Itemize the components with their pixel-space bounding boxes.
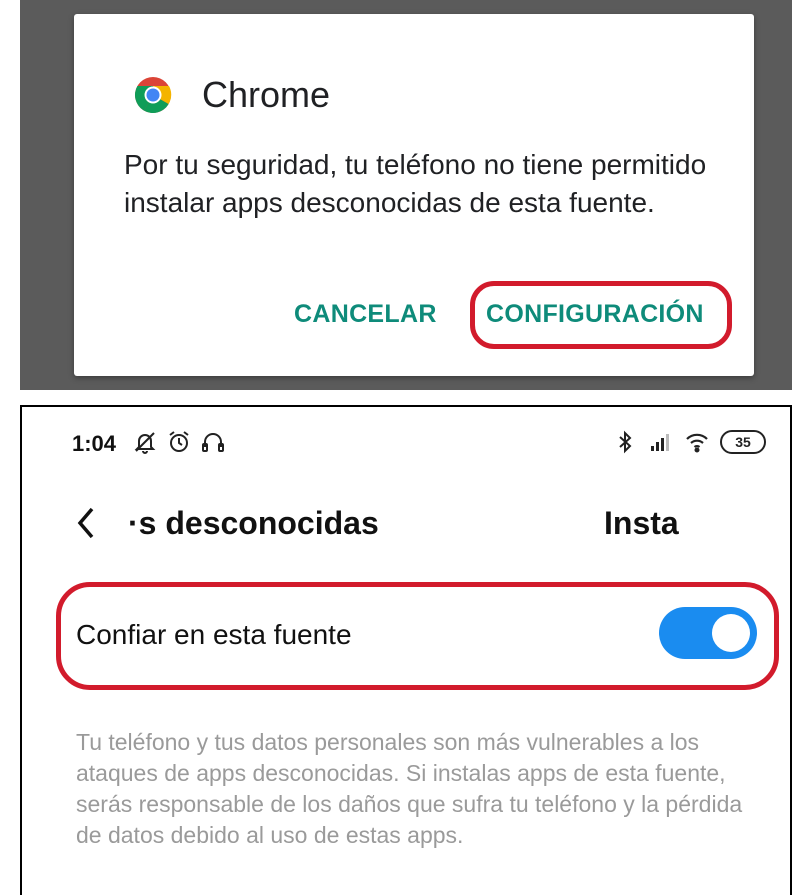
trust-source-label: Confiar en esta fuente: [76, 619, 352, 650]
wifi-icon: [684, 429, 710, 455]
trust-source-row[interactable]: Confiar en esta fuente: [22, 597, 790, 677]
page-title-marquee-wrap: Insta: [604, 505, 679, 541]
status-bar: 1:04 35: [22, 407, 790, 477]
dialog-title: Chrome: [202, 74, 331, 115]
top-app-bar: ·s desconocidas Insta: [22, 487, 790, 557]
status-icons-left: [132, 429, 226, 455]
trust-source-toggle[interactable]: [659, 607, 757, 659]
back-button[interactable]: [70, 503, 104, 543]
toggle-knob: [712, 614, 750, 652]
status-icons-right: 35: [612, 429, 766, 455]
headphones-icon: [200, 429, 226, 455]
settings-button[interactable]: CONFIGURACIÓN: [486, 300, 704, 329]
settings-screen: 1:04 35 ·s desconocidas Insta Confiar en…: [20, 405, 792, 895]
status-time: 1:04: [72, 431, 117, 456]
alarm-icon: [166, 429, 192, 455]
bluetooth-icon: [612, 429, 638, 455]
chevron-left-icon: [70, 507, 104, 546]
page-title-marquee: ·s desconocidas: [128, 505, 379, 541]
chrome-icon: [134, 76, 172, 114]
battery-indicator: 35: [720, 430, 766, 454]
dialog-header: Chrome: [134, 74, 330, 116]
install-blocked-dialog: Chrome Por tu seguridad, tu teléfono no …: [74, 14, 754, 376]
cancel-button[interactable]: CANCELAR: [294, 300, 437, 329]
signal-icon: [648, 429, 674, 455]
dialog-message: Por tu seguridad, tu teléfono no tiene p…: [124, 149, 707, 218]
security-warning-text: Tu teléfono y tus datos personales son m…: [76, 729, 743, 848]
notifications-off-icon: [132, 429, 158, 455]
dialog-backdrop: Chrome Por tu seguridad, tu teléfono no …: [20, 0, 792, 390]
